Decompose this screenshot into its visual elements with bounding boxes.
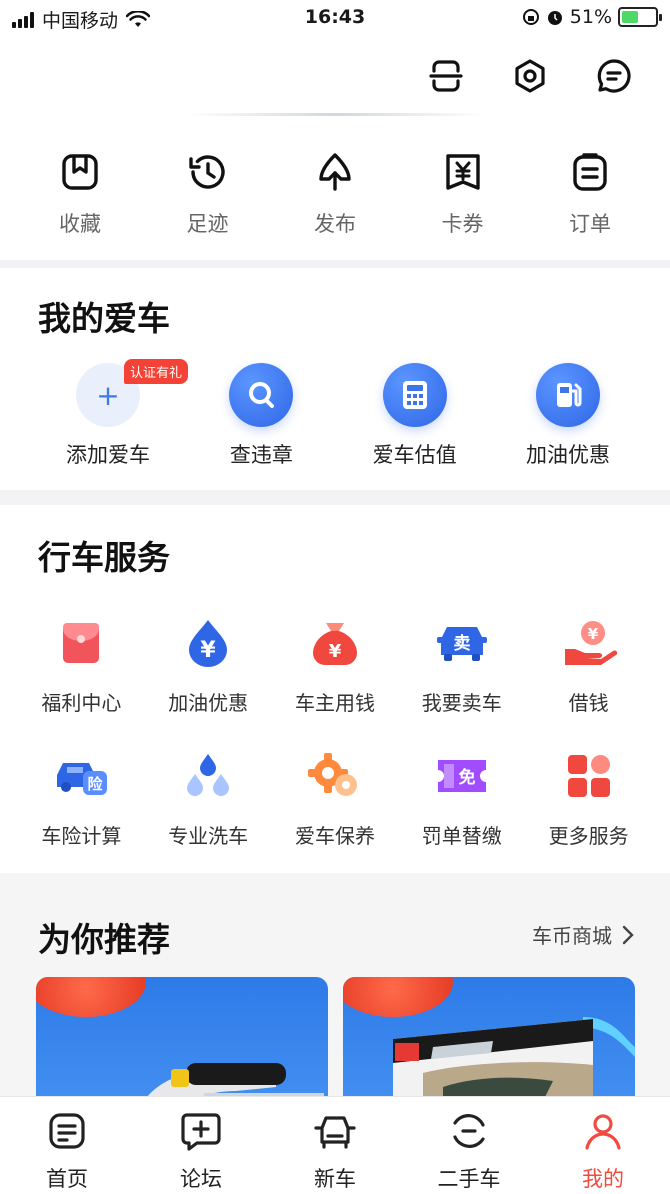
service-label: 车险计算 bbox=[41, 824, 122, 848]
tab-forum[interactable]: 论坛 bbox=[146, 1109, 256, 1193]
quick-link-favorite[interactable]: 收藏 bbox=[40, 150, 120, 238]
quick-link-label: 足迹 bbox=[186, 212, 229, 236]
service-label: 更多服务 bbox=[548, 824, 629, 848]
yuan-glyph: ¥ bbox=[329, 641, 342, 662]
forum-icon bbox=[179, 1109, 223, 1153]
service-welfare-center[interactable]: 福利中心 bbox=[18, 613, 145, 716]
bottom-tab-bar: 首页 论坛 新车 二手车 我的 bbox=[0, 1096, 670, 1194]
tab-label: 我的 bbox=[582, 1167, 624, 1191]
section-title: 我的爱车 bbox=[38, 299, 170, 338]
service-label: 加油优惠 bbox=[168, 691, 249, 715]
chevron-right-icon bbox=[622, 925, 634, 944]
yuan-drop-icon: ¥ bbox=[178, 613, 238, 673]
order-icon bbox=[568, 150, 612, 194]
grid-icon bbox=[559, 746, 619, 806]
service-loan[interactable]: ¥ 借钱 bbox=[525, 613, 652, 716]
add-car-button[interactable]: + 认证有礼 添加爱车 bbox=[38, 359, 189, 469]
car-item-label: 加油优惠 bbox=[525, 443, 610, 467]
search-icon bbox=[229, 363, 294, 427]
divider bbox=[185, 113, 485, 116]
alarm-icon bbox=[547, 11, 562, 25]
fuel-icon bbox=[535, 363, 600, 427]
coin-mall-label: 车币商城 bbox=[532, 924, 612, 948]
service-label: 借钱 bbox=[568, 691, 609, 715]
gear-icon bbox=[305, 746, 365, 806]
battery-icon bbox=[618, 7, 662, 27]
profile-icon bbox=[581, 1109, 625, 1153]
section-title: 行车服务 bbox=[38, 538, 170, 577]
section-title: 为你推荐 bbox=[38, 920, 170, 959]
status-bar: 中国移动 16:43 51% bbox=[0, 0, 670, 38]
sell-glyph: 卖 bbox=[453, 633, 470, 654]
service-ticket-payment[interactable]: 免 罚单替缴 bbox=[398, 746, 525, 849]
service-fuel-discount[interactable]: ¥ 加油优惠 bbox=[145, 613, 272, 716]
car-item-label: 添加爱车 bbox=[66, 443, 150, 467]
calculator-icon bbox=[382, 363, 447, 427]
my-cars-section: 我的爱车 + 认证有礼 添加爱车 查违章 爱车估值 加油优惠 bbox=[0, 268, 670, 490]
tab-label: 首页 bbox=[46, 1167, 88, 1191]
tab-new-car[interactable]: 新车 bbox=[280, 1109, 390, 1193]
quick-link-publish[interactable]: 发布 bbox=[295, 150, 375, 238]
service-label: 车主用钱 bbox=[294, 691, 375, 715]
service-label: 专业洗车 bbox=[168, 824, 249, 848]
driving-services-section: 行车服务 福利中心 ¥ 加油优惠 ¥ 车主用钱 卖 我要卖车 ¥ 借钱 险 车险… bbox=[0, 505, 670, 873]
car-valuation-button[interactable]: 爱车估值 bbox=[345, 363, 485, 469]
service-sell-car[interactable]: 卖 我要卖车 bbox=[398, 613, 525, 716]
insurance-car-icon: 险 bbox=[51, 746, 111, 806]
settings-icon[interactable] bbox=[510, 56, 550, 96]
new-car-icon bbox=[313, 1109, 357, 1153]
service-maintenance[interactable]: 爱车保养 bbox=[272, 746, 399, 849]
quick-links: 收藏 足迹 发布 卡券 订单 bbox=[40, 150, 630, 238]
home-icon bbox=[45, 1109, 89, 1153]
quick-link-order[interactable]: 订单 bbox=[550, 150, 630, 238]
certify-badge: 认证有礼 bbox=[124, 359, 189, 384]
service-label: 福利中心 bbox=[41, 691, 122, 715]
coupon-icon bbox=[441, 150, 485, 194]
service-label: 爱车保养 bbox=[294, 824, 375, 848]
quick-link-label: 发布 bbox=[314, 212, 356, 236]
history-icon bbox=[186, 150, 230, 194]
tab-label: 新车 bbox=[314, 1167, 356, 1191]
service-car-wash[interactable]: 专业洗车 bbox=[145, 746, 272, 849]
quick-link-label: 收藏 bbox=[59, 212, 101, 236]
coin-mall-link[interactable]: 车币商城 bbox=[532, 920, 634, 949]
fuel-discount-button[interactable]: 加油优惠 bbox=[498, 363, 638, 469]
check-violation-button[interactable]: 查违章 bbox=[191, 363, 331, 469]
car-item-label: 爱车估值 bbox=[372, 443, 457, 467]
tab-label: 论坛 bbox=[180, 1167, 222, 1191]
service-label: 我要卖车 bbox=[421, 691, 502, 715]
publish-icon bbox=[313, 150, 357, 194]
red-envelope-icon bbox=[51, 613, 111, 673]
yuan-glyph: ¥ bbox=[201, 638, 217, 663]
insurance-glyph: 险 bbox=[88, 775, 104, 793]
service-label: 罚单替缴 bbox=[421, 824, 502, 848]
quick-link-label: 卡券 bbox=[441, 212, 484, 236]
car-item-label: 查违章 bbox=[229, 443, 293, 467]
service-more[interactable]: 更多服务 bbox=[525, 746, 652, 849]
sell-car-icon: 卖 bbox=[432, 613, 492, 673]
scan-icon[interactable] bbox=[426, 56, 466, 96]
quick-link-label: 订单 bbox=[569, 212, 611, 236]
yuan-glyph: ¥ bbox=[587, 625, 598, 643]
ticket-icon: 免 bbox=[432, 746, 492, 806]
service-insurance-calc[interactable]: 险 车险计算 bbox=[18, 746, 145, 849]
recommend-section: 为你推荐 车币商城 bbox=[0, 873, 670, 1117]
tab-label: 二手车 bbox=[437, 1167, 501, 1191]
used-car-icon bbox=[447, 1109, 491, 1153]
quick-link-coupon[interactable]: 卡券 bbox=[423, 150, 503, 238]
service-owner-money[interactable]: ¥ 车主用钱 bbox=[272, 613, 399, 716]
battery-percent: 51% bbox=[569, 6, 612, 28]
tab-used-car[interactable]: 二手车 bbox=[414, 1109, 524, 1193]
tab-profile[interactable]: 我的 bbox=[548, 1109, 658, 1193]
water-drops-icon bbox=[178, 746, 238, 806]
favorite-icon bbox=[58, 150, 102, 194]
lock-rotation-icon bbox=[522, 9, 539, 25]
profile-header: 收藏 足迹 发布 卡券 订单 bbox=[0, 38, 670, 260]
tab-home[interactable]: 首页 bbox=[12, 1109, 122, 1193]
loan-hand-icon: ¥ bbox=[559, 613, 619, 673]
message-icon[interactable] bbox=[594, 56, 634, 96]
money-bag-icon: ¥ bbox=[305, 613, 365, 673]
quick-link-history[interactable]: 足迹 bbox=[168, 150, 248, 238]
ticket-glyph: 免 bbox=[458, 767, 475, 788]
